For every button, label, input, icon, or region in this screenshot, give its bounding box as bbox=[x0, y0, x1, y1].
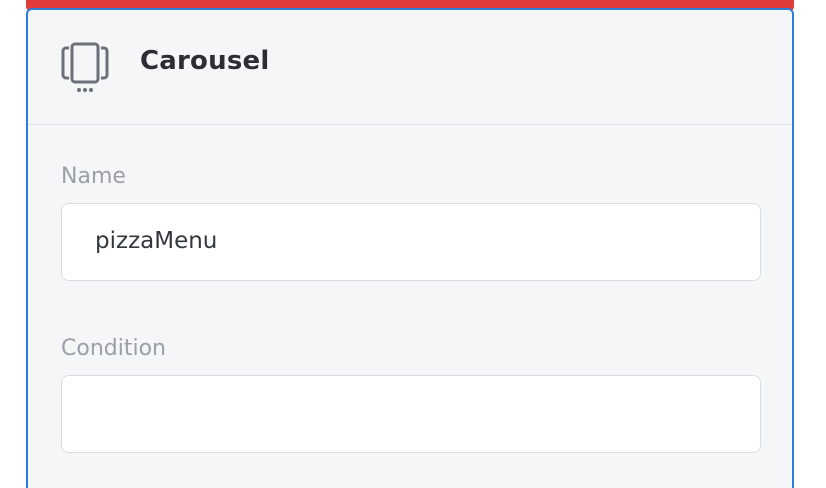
carousel-panel: Carousel Name pizzaMenu Condition bbox=[26, 8, 794, 488]
condition-input[interactable] bbox=[61, 375, 761, 453]
name-input[interactable]: pizzaMenu bbox=[61, 203, 761, 281]
carousel-icon bbox=[60, 42, 110, 94]
panel-title: Carousel bbox=[140, 46, 270, 76]
panel-header: Carousel bbox=[28, 10, 792, 125]
condition-label: Condition bbox=[61, 336, 166, 361]
name-label: Name bbox=[61, 164, 126, 189]
